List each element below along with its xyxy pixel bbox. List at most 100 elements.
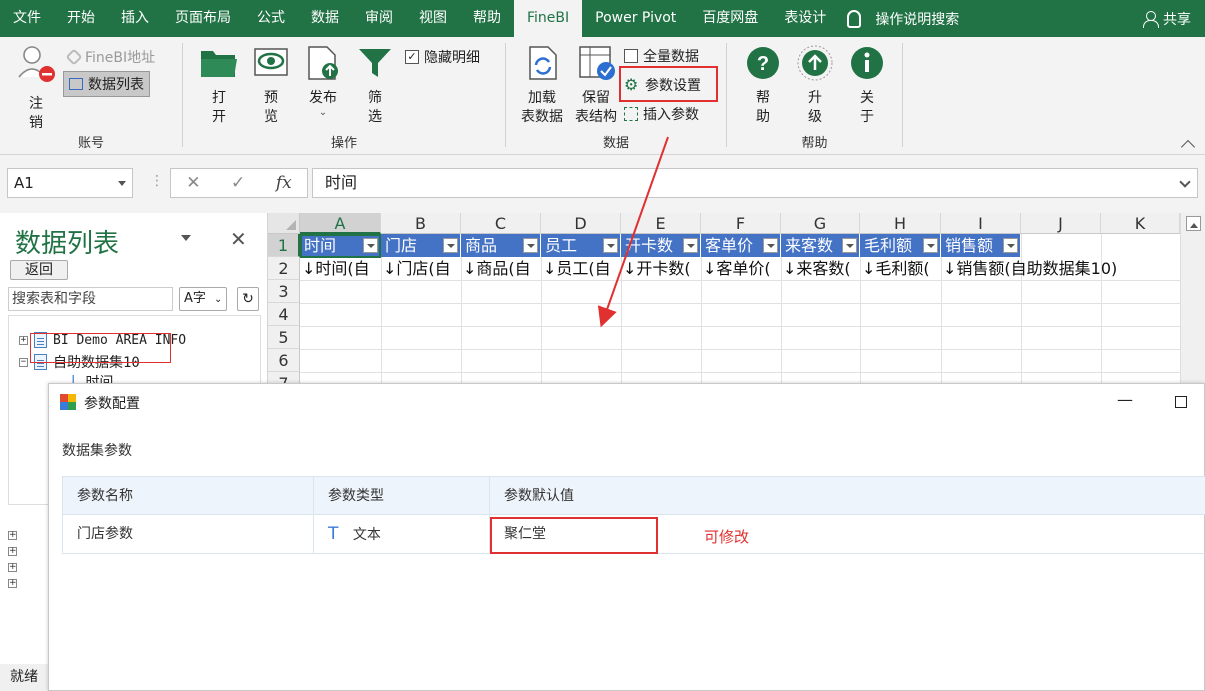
table-cell[interactable]: ↓开卡数(: [621, 257, 701, 280]
name-box[interactable]: A1: [7, 168, 133, 198]
back-button[interactable]: 返回: [10, 260, 68, 280]
tab-home[interactable]: 开始: [54, 0, 108, 37]
collapse-ribbon-icon[interactable]: [1180, 139, 1196, 155]
table-cell[interactable]: ↓毛利额(: [860, 257, 941, 280]
expand-icon[interactable]: +: [19, 335, 28, 345]
finebi-address-button[interactable]: FineBI地址: [65, 47, 155, 67]
filter-dropdown-icon[interactable]: [842, 238, 857, 253]
expand-formula-icon[interactable]: [1179, 176, 1191, 188]
table-header-cell[interactable]: 销售额: [941, 234, 1020, 257]
confirm-icon[interactable]: ✓: [231, 173, 245, 193]
column-header[interactable]: A: [300, 213, 381, 234]
column-header[interactable]: J: [1021, 213, 1101, 234]
load-table-data-button[interactable]: 加载 表数据: [516, 45, 568, 127]
table-cell[interactable]: ↓时间(自: [300, 257, 381, 280]
search-input[interactable]: 搜索表和字段: [8, 287, 173, 311]
table-cell[interactable]: ↓客单价(: [701, 257, 781, 280]
row-header[interactable]: 5: [268, 326, 300, 349]
formula-input[interactable]: 时间: [312, 168, 1198, 198]
data-list-button[interactable]: 数据列表: [63, 71, 150, 97]
select-all-corner[interactable]: [268, 213, 300, 234]
column-header[interactable]: C: [461, 213, 541, 234]
insert-param-button[interactable]: 插入参数: [624, 104, 699, 124]
filter-dropdown-icon[interactable]: [683, 238, 698, 253]
drag-handle-icon[interactable]: ⋮: [150, 173, 164, 189]
close-icon[interactable]: ✕: [230, 227, 247, 251]
maximize-button[interactable]: [1175, 396, 1187, 408]
full-data-checkbox[interactable]: 全量数据: [624, 46, 699, 66]
table-header-cell[interactable]: 客单价: [701, 234, 780, 257]
tab-file[interactable]: 文件: [0, 0, 54, 37]
expand-icon[interactable]: +: [8, 531, 17, 540]
insert-function-icon[interactable]: fx: [276, 173, 292, 193]
table-header-cell[interactable]: 来客数: [781, 234, 859, 257]
column-header[interactable]: F: [701, 213, 781, 234]
row-header[interactable]: 4: [268, 303, 300, 326]
column-header[interactable]: B: [381, 213, 461, 234]
worksheet-grid[interactable]: A B C D E F G H I J K 1 2 3 4 5 6 7 时间 门…: [268, 213, 1180, 383]
tab-review[interactable]: 审阅: [352, 0, 406, 37]
expand-icon[interactable]: +: [8, 579, 17, 588]
tab-power-pivot[interactable]: Power Pivot: [582, 0, 689, 37]
table-header-cell[interactable]: 开卡数: [621, 234, 700, 257]
column-header[interactable]: H: [860, 213, 941, 234]
filter-dropdown-icon[interactable]: [443, 238, 458, 253]
open-button[interactable]: 打 开: [197, 45, 241, 127]
scroll-up-icon[interactable]: [1186, 216, 1201, 231]
column-header[interactable]: E: [621, 213, 701, 234]
row-header[interactable]: 6: [268, 349, 300, 372]
filter-button[interactable]: 筛 选: [353, 45, 397, 127]
column-header[interactable]: G: [781, 213, 860, 234]
tab-formulas[interactable]: 公式: [244, 0, 298, 37]
filter-dropdown-icon[interactable]: [763, 238, 778, 253]
tab-help[interactable]: 帮助: [460, 0, 514, 37]
expand-icon[interactable]: +: [8, 547, 17, 556]
table-cell[interactable]: ↓销售额(自助数据集10): [941, 257, 1180, 280]
tab-insert[interactable]: 插入: [108, 0, 162, 37]
table-cell[interactable]: ↓来客数(: [781, 257, 860, 280]
param-type-cell[interactable]: T 文本: [314, 515, 490, 554]
tell-me-search[interactable]: 操作说明搜索: [847, 9, 959, 29]
column-header[interactable]: K: [1101, 213, 1180, 234]
filter-dropdown-icon[interactable]: [603, 238, 618, 253]
table-header-cell[interactable]: 毛利额: [860, 234, 940, 257]
table-cell[interactable]: ↓员工(自: [541, 257, 621, 280]
hide-detail-checkbox[interactable]: ✓ 隐藏明细: [405, 47, 480, 67]
sort-dropdown[interactable]: A字 ⌄: [179, 287, 227, 311]
tab-table-design[interactable]: 表设计: [771, 0, 839, 37]
filter-dropdown-icon[interactable]: [1003, 238, 1018, 253]
tab-baidu-netdisk[interactable]: 百度网盘: [689, 0, 771, 37]
table-header-cell[interactable]: 商品: [461, 234, 540, 257]
table-header-cell[interactable]: 员工: [541, 234, 620, 257]
refresh-icon[interactable]: ↻: [237, 287, 259, 311]
filter-dropdown-icon[interactable]: [523, 238, 538, 253]
row-header[interactable]: 1: [268, 234, 300, 257]
expand-icon[interactable]: +: [8, 563, 17, 572]
tab-page-layout[interactable]: 页面布局: [162, 0, 244, 37]
table-cell[interactable]: ↓商品(自: [461, 257, 541, 280]
help-button[interactable]: ? 帮 助: [741, 45, 785, 127]
tab-view[interactable]: 视图: [406, 0, 460, 37]
vertical-scrollbar[interactable]: [1180, 213, 1205, 383]
filter-dropdown-icon[interactable]: [923, 238, 938, 253]
about-button[interactable]: 关 于: [845, 45, 889, 127]
tab-finebi[interactable]: FineBI: [514, 0, 583, 37]
column-header[interactable]: I: [941, 213, 1021, 234]
collapse-icon[interactable]: −: [19, 357, 28, 367]
row-header[interactable]: 2: [268, 257, 300, 280]
keep-structure-button[interactable]: 保留 表结构: [570, 45, 622, 127]
tab-data[interactable]: 数据: [298, 0, 352, 37]
publish-button[interactable]: 发布 ⌄: [301, 45, 345, 118]
row-header[interactable]: 3: [268, 280, 300, 303]
upgrade-button[interactable]: 升 级: [793, 45, 837, 127]
table-header-cell[interactable]: 门店: [381, 234, 460, 257]
minimize-button[interactable]: —: [1117, 390, 1133, 409]
preview-button[interactable]: 预 览: [249, 45, 293, 127]
panel-menu-icon[interactable]: [181, 235, 191, 246]
share-button[interactable]: 共享: [1143, 0, 1191, 37]
column-header[interactable]: D: [541, 213, 621, 234]
logout-button[interactable]: 注 销: [14, 43, 58, 133]
row-header[interactable]: 7: [268, 372, 300, 383]
table-cell[interactable]: ↓门店(自: [381, 257, 461, 280]
cancel-icon[interactable]: ✕: [186, 173, 200, 193]
